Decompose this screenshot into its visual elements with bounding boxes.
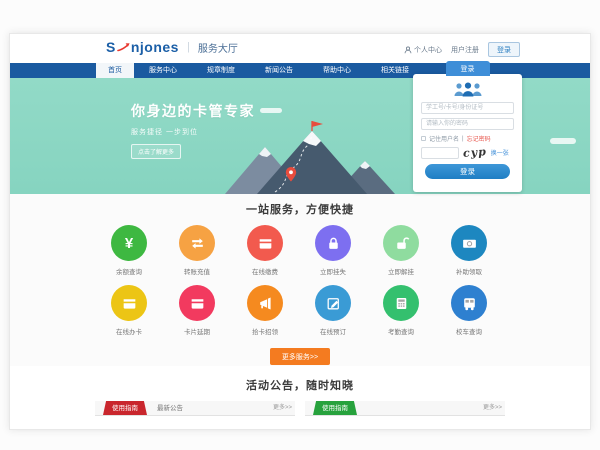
nav-item-home[interactable]: 首页 [96,63,134,78]
unlock-icon [393,235,410,252]
tab-latest-announcements[interactable]: 最新公告 [147,401,193,415]
bank-card-icon [257,235,274,252]
logo[interactable]: S njones | 服务大厅 [106,39,238,55]
service-subsidy-collect[interactable]: 补助领取 [435,225,503,276]
header-links: 个人中心 用户注册 登录 [404,42,520,57]
hero-cta-button[interactable]: 点击了解更多 [131,144,181,159]
bus-icon [461,295,478,312]
more-services-button[interactable]: 更多服务>> [270,348,330,365]
service-balance-inquiry[interactable]: ¥ 余额查询 [95,225,163,276]
banknote-icon [461,235,478,252]
nav-item-help[interactable]: 帮助中心 [308,63,366,78]
user-icon [404,46,412,54]
logo-text-s: S [106,39,116,55]
service-online-card-apply[interactable]: 在线办卡 [95,285,163,336]
register-link[interactable]: 用户注册 [451,45,479,55]
bank-card-icon [189,295,206,312]
logo-text-rest: njones [131,39,179,55]
remember-row: 记住用户名 | 忘记密码 [421,134,514,143]
yen-icon: ¥ [125,236,133,251]
service-online-payment[interactable]: 在线缴费 [231,225,299,276]
header: S njones | 服务大厅 个人中心 用户注册 登录 [10,34,590,63]
service-card-extension[interactable]: 卡片延期 [163,285,231,336]
nav-item-rules[interactable]: 规章制度 [192,63,250,78]
password-input[interactable] [421,118,514,130]
announcement-panels: 使用指南 最新公告 更多>> 使用指南 更多>> [95,401,505,416]
logo-divider: | [187,41,190,53]
tab-usage-guide[interactable]: 使用指南 [103,401,147,415]
left-tabbar: 使用指南 最新公告 更多>> [95,401,295,416]
captcha-image[interactable]: cyp [463,145,488,160]
site-name: 服务大厅 [198,40,238,55]
login-submit-button[interactable]: 登录 [425,164,511,179]
megaphone-icon [257,295,274,312]
users-group-icon [421,81,514,98]
left-panel: 使用指南 最新公告 更多>> [95,401,295,416]
announcements-section: 活动公告，随时知晓 使用指南 最新公告 更多>> 使用指南 更多>> [10,366,590,416]
captcha-input[interactable] [421,147,459,159]
right-more-link[interactable]: 更多>> [483,401,502,416]
service-report-loss[interactable]: 立即挂失 [299,225,367,276]
remember-checkbox[interactable] [421,136,426,141]
hero-banner: 你身边的卡管专家 服务捷径 一步到位 点击了解更多 登录 [10,78,590,194]
header-login-button[interactable]: 登录 [488,42,520,57]
announcements-title: 活动公告，随时知晓 [10,377,590,393]
transfer-arrows-icon [189,235,206,252]
cloud-shape [550,138,576,144]
nav-item-service-center[interactable]: 服务中心 [134,63,192,78]
right-panel: 使用指南 更多>> [305,401,505,416]
logo-arrow-icon [117,42,130,52]
captcha-row: cyp 换一张 [421,146,514,159]
services-section: 一站服务，方便快捷 ¥ 余额查询 转账充值 [10,194,590,366]
remember-divider: | [462,136,464,142]
login-card: 登录 记住用户名 | 忘记密码 c [413,74,522,192]
calculator-icon [393,295,410,312]
nav-item-news[interactable]: 新闻公告 [250,63,308,78]
portal-page: S njones | 服务大厅 个人中心 用户注册 登录 首 [9,33,591,430]
service-unlock-card[interactable]: 立即解挂 [367,225,435,276]
service-transfer-recharge[interactable]: 转账充值 [163,225,231,276]
mountain-illustration [217,119,397,194]
bank-card-icon [121,295,138,312]
username-input[interactable] [421,102,514,114]
left-more-link[interactable]: 更多>> [273,401,292,416]
service-school-bus-inquiry[interactable]: 校车查询 [435,285,503,336]
refresh-captcha-link[interactable]: 换一张 [491,148,509,157]
remember-label: 记住用户名 [429,134,459,143]
login-tab[interactable]: 登录 [446,61,490,76]
service-online-booking[interactable]: 在线预订 [299,285,367,336]
tab-usage-guide-right[interactable]: 使用指南 [313,401,357,415]
right-tabbar: 使用指南 更多>> [305,401,505,416]
cloud-shape [260,108,282,113]
services-title: 一站服务，方便快捷 [10,201,590,217]
edit-pencil-icon [325,295,342,312]
service-lost-card-claim[interactable]: 拾卡招领 [231,285,299,336]
hero-title: 你身边的卡管专家 [131,101,255,121]
personal-center-link[interactable]: 个人中心 [404,45,442,55]
lock-icon [325,235,342,252]
forgot-password-link[interactable]: 忘记密码 [467,134,491,143]
service-attendance-inquiry[interactable]: 考勤查询 [367,285,435,336]
services-grid: ¥ 余额查询 转账充值 在线缴费 [95,225,505,345]
